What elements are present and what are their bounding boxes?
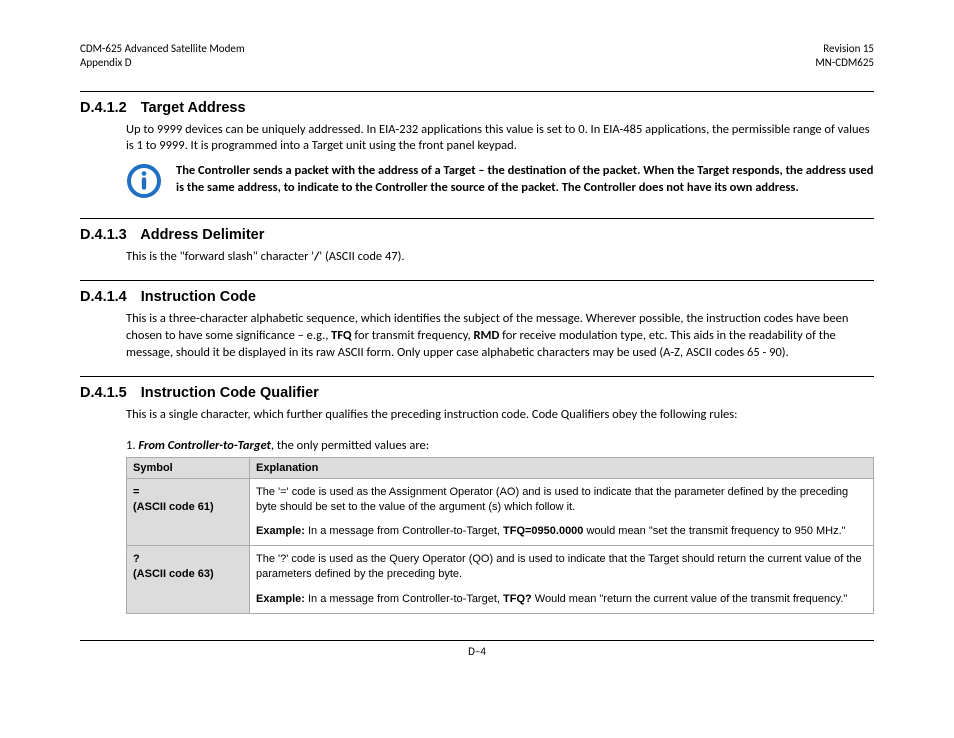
page-number: D–4 <box>80 645 874 658</box>
note-block: The Controller sends a packet with the a… <box>80 163 874 204</box>
header-appendix: Appendix D <box>80 56 245 70</box>
example-text-a: In a message from Controller-to-Target, <box>305 525 503 537</box>
header-right: Revision 15 MN-CDM625 <box>815 42 874 71</box>
symbol-char: = <box>133 486 139 498</box>
qualifier-table: Symbol Explanation = (ASCII code 61) The… <box>126 457 874 614</box>
section-d414: D.4.1.4 Instruction Code This is a three… <box>80 280 874 362</box>
explanation-example: Example: In a message from Controller-to… <box>256 592 867 607</box>
section-heading: D.4.1.2 Target Address <box>80 100 874 116</box>
document-page: CDM-625 Advanced Satellite Modem Appendi… <box>0 0 954 688</box>
section-body: Up to 9999 devices can be uniquely addre… <box>80 122 874 156</box>
section-body: This is a three-character alphabetic seq… <box>80 311 874 362</box>
section-intro: This is a single character, which furthe… <box>80 407 874 424</box>
example-text-b: would mean "set the transmit frequency t… <box>583 525 845 537</box>
section-heading: D.4.1.3 Address Delimiter <box>80 227 874 243</box>
text-pre: This is the "forward slash" character ' <box>126 249 314 264</box>
section-heading: D.4.1.5 Instruction Code Qualifier <box>80 385 874 401</box>
list-emphasis: From Controller-to-Target <box>138 438 271 453</box>
table-row: ? (ASCII code 63) The '?' code is used a… <box>127 546 874 614</box>
symbol-char: ? <box>133 553 140 565</box>
section-number: D.4.1.4 <box>80 289 127 305</box>
symbol-ascii: (ASCII code 63) <box>133 568 214 580</box>
header-revision: Revision 15 <box>815 42 874 56</box>
section-heading: D.4.1.4 Instruction Code <box>80 289 874 305</box>
example-text-a: In a message from Controller-to-Target, <box>305 593 503 605</box>
example-text-b: Would mean "return the current value of … <box>532 593 848 605</box>
text-b: for transmit frequency, <box>352 328 474 343</box>
header-docnum: MN-CDM625 <box>815 56 874 70</box>
section-rule <box>80 91 874 92</box>
section-title: Address Delimiter <box>140 227 264 243</box>
symbol-ascii: (ASCII code 61) <box>133 501 214 513</box>
example-label: Example: <box>256 593 305 605</box>
section-rule <box>80 280 874 281</box>
section-rule <box>80 376 874 377</box>
section-number: D.4.1.5 <box>80 385 127 401</box>
th-symbol: Symbol <box>127 457 250 478</box>
alert-icon <box>126 163 162 204</box>
section-rule <box>80 218 874 219</box>
footer-rule <box>80 640 874 641</box>
code-tfq: TFQ <box>331 328 351 343</box>
section-number: D.4.1.3 <box>80 227 127 243</box>
example-label: Example: <box>256 525 305 537</box>
cell-explanation: The '=' code is used as the Assignment O… <box>250 478 874 546</box>
section-d415: D.4.1.5 Instruction Code Qualifier This … <box>80 376 874 614</box>
section-d413: D.4.1.3 Address Delimiter This is the "f… <box>80 218 874 266</box>
section-title: Target Address <box>141 100 246 116</box>
example-code: TFQ=0950.0000 <box>503 525 583 537</box>
page-header: CDM-625 Advanced Satellite Modem Appendi… <box>80 42 874 71</box>
section-number: D.4.1.2 <box>80 100 127 116</box>
text-post: ' (ASCII code 47). <box>319 249 404 264</box>
explanation-example: Example: In a message from Controller-to… <box>256 524 867 539</box>
list-item-1: 1. From Controller-to-Target, the only p… <box>80 438 874 453</box>
cell-symbol: = (ASCII code 61) <box>127 478 250 546</box>
explanation-desc: The '=' code is used as the Assignment O… <box>256 485 867 515</box>
explanation-desc: The '?' code is used as the Query Operat… <box>256 552 867 582</box>
header-product: CDM-625 Advanced Satellite Modem <box>80 42 245 56</box>
section-d412: D.4.1.2 Target Address Up to 9999 device… <box>80 91 874 205</box>
list-number: 1. <box>126 438 138 453</box>
example-code: TFQ? <box>503 593 532 605</box>
section-title: Instruction Code Qualifier <box>141 385 319 401</box>
table-row: = (ASCII code 61) The '=' code is used a… <box>127 478 874 546</box>
section-title: Instruction Code <box>141 289 256 305</box>
header-left: CDM-625 Advanced Satellite Modem Appendi… <box>80 42 245 71</box>
list-tail: , the only permitted values are: <box>271 438 429 453</box>
section-body: This is the "forward slash" character '/… <box>80 249 874 266</box>
cell-symbol: ? (ASCII code 63) <box>127 546 250 614</box>
table-header-row: Symbol Explanation <box>127 457 874 478</box>
note-text: The Controller sends a packet with the a… <box>176 163 874 197</box>
cell-explanation: The '?' code is used as the Query Operat… <box>250 546 874 614</box>
code-rmd: RMD <box>474 328 500 343</box>
th-explanation: Explanation <box>250 457 874 478</box>
